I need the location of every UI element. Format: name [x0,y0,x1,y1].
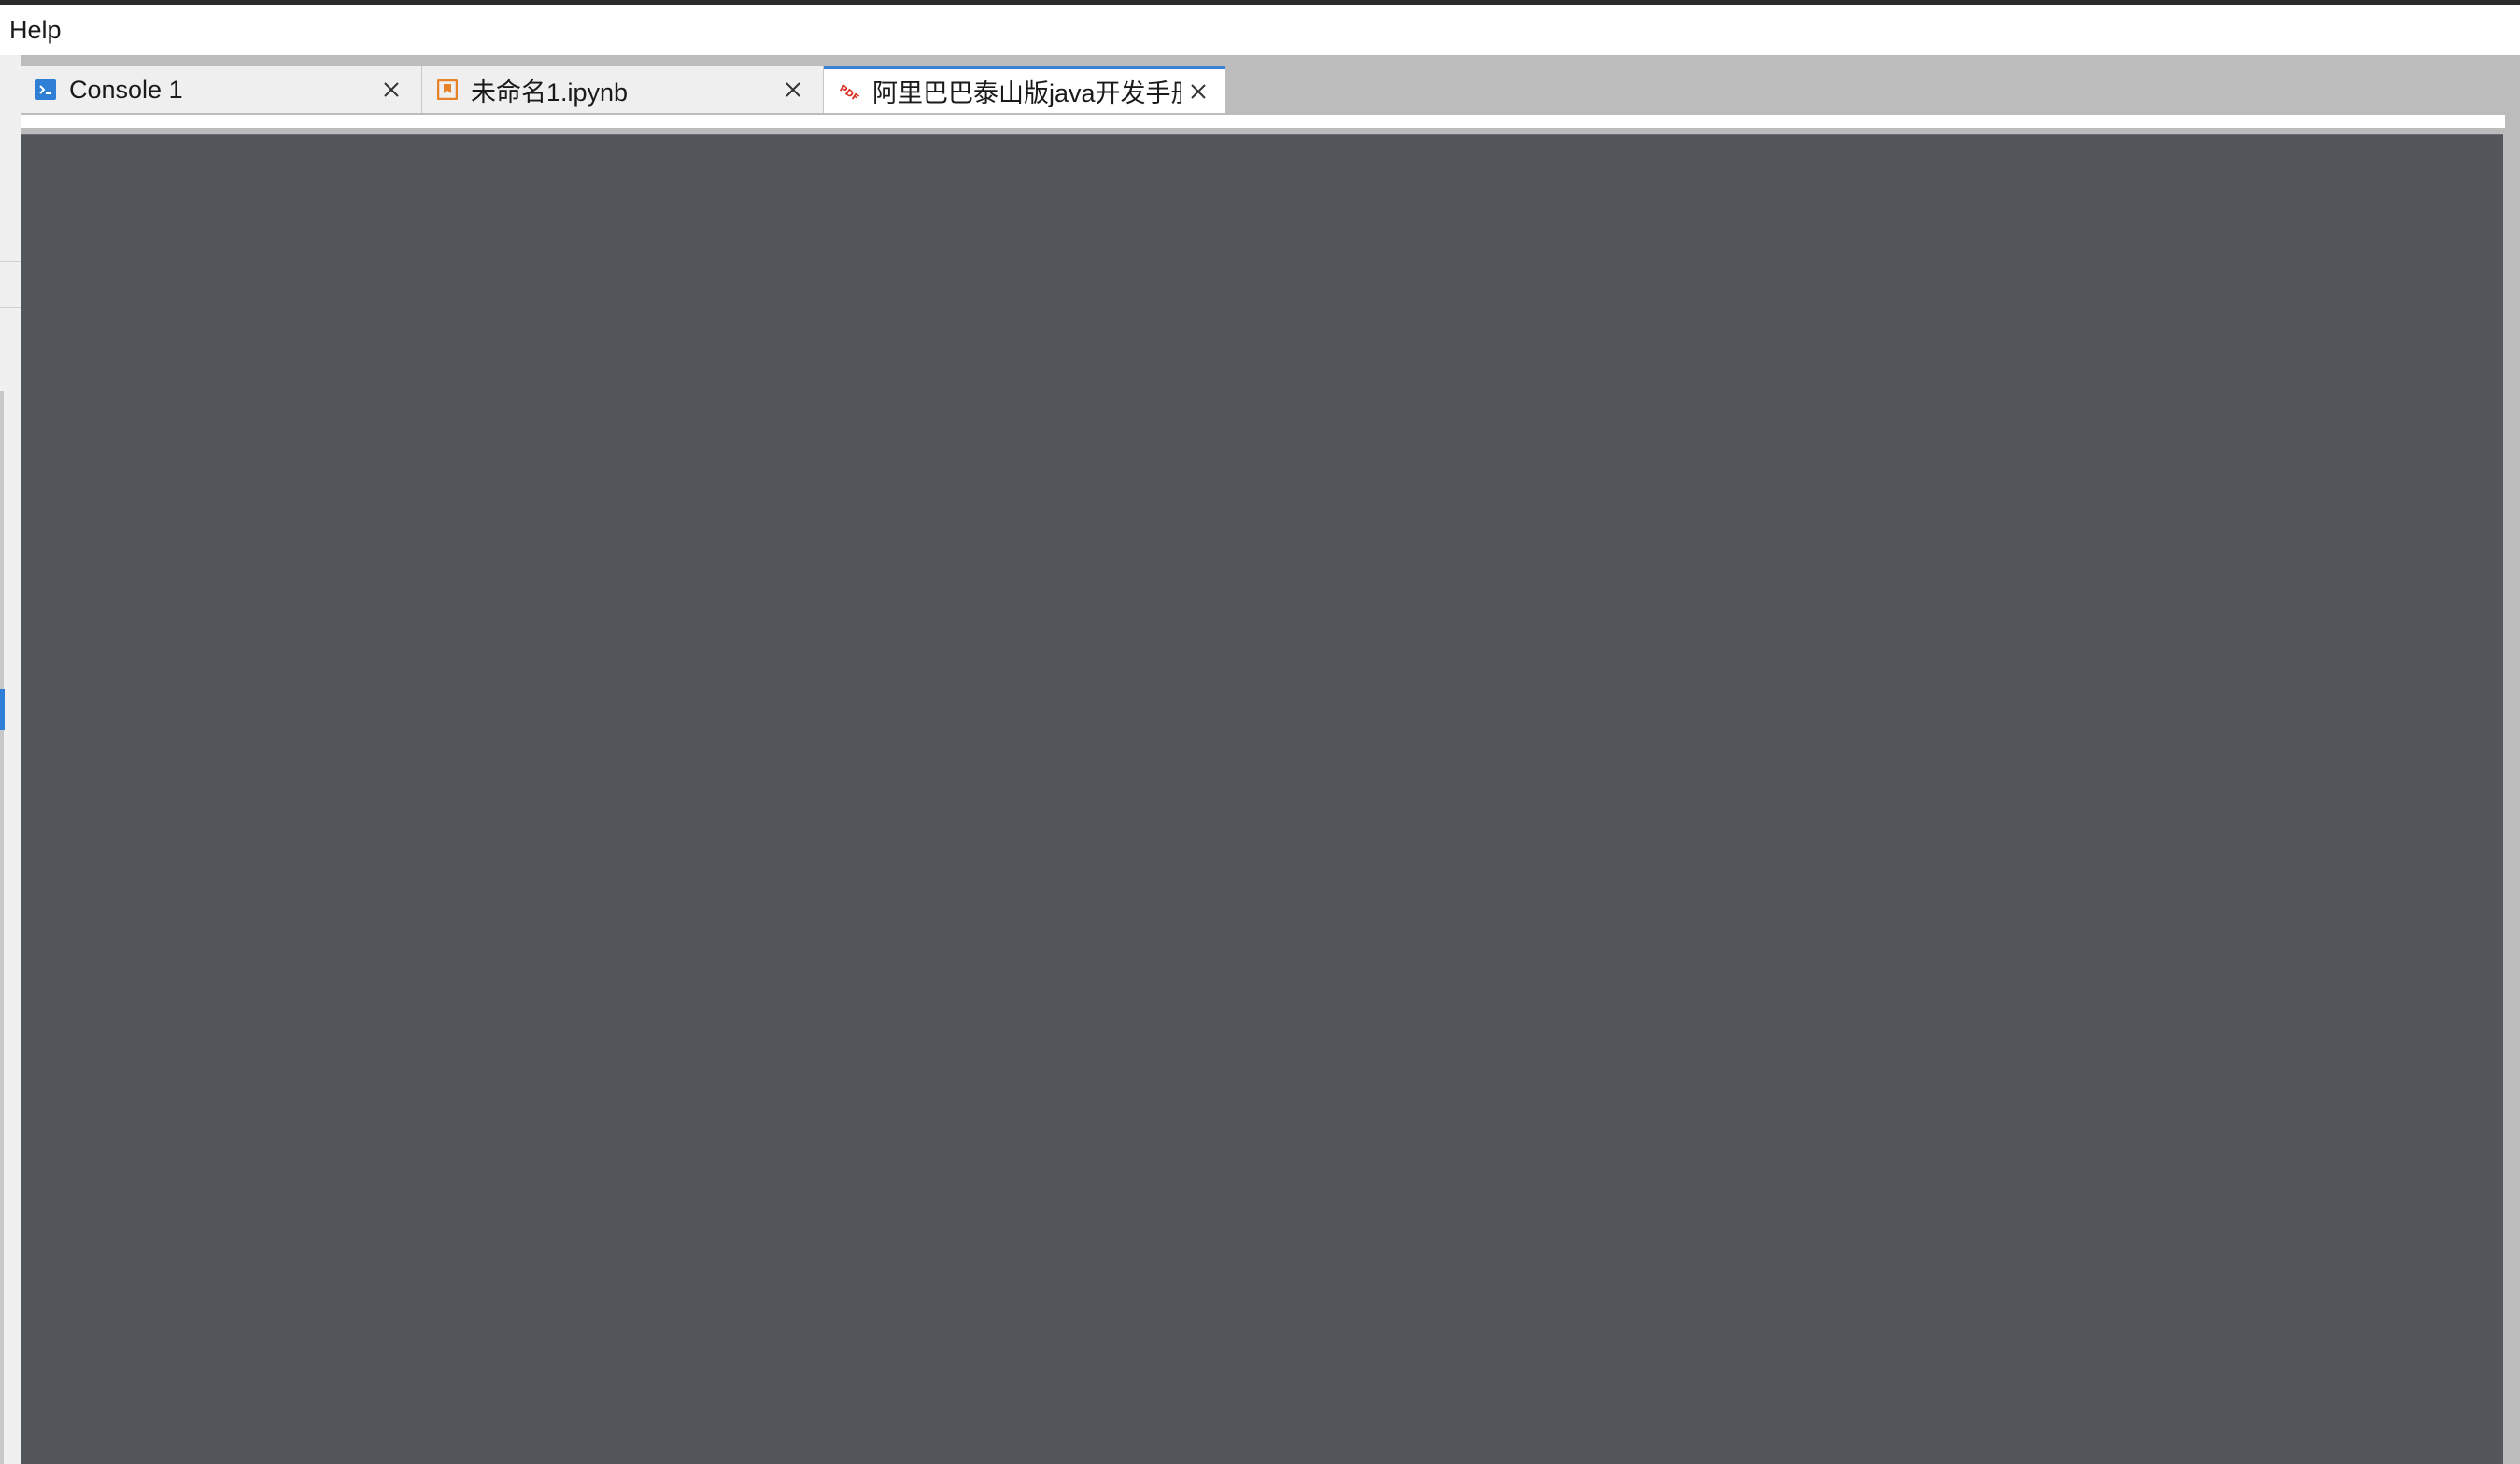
menubar: Help [0,5,2520,55]
gutter-divider [0,261,21,262]
close-icon[interactable] [1187,80,1210,103]
tab-console-1[interactable]: Console 1 [21,66,422,113]
tab-label: 未命名1.ipynb [471,78,629,107]
tab-label: Console 1 [69,75,183,104]
menu-help[interactable]: Help [9,16,62,44]
pdf-icon: PDF [839,81,859,102]
gutter-edge [0,391,4,1464]
notebook-icon [437,79,458,100]
svg-text:PDF: PDF [839,83,859,102]
tab-notebook[interactable]: 未命名1.ipynb [422,66,824,113]
close-icon[interactable] [782,78,804,101]
close-icon[interactable] [380,78,403,101]
gutter-divider [0,307,21,308]
sidebar-active-marker[interactable] [0,689,5,730]
pdf-viewer-area[interactable] [21,134,2503,1464]
left-sidebar-gutter [0,55,21,1464]
tab-pdf-document[interactable]: PDF 阿里巴巴泰山版java开发手册 [824,66,1225,113]
viewer-toolbar-strip [21,115,2505,128]
terminal-icon [35,79,56,100]
tab-label: 阿里巴巴泰山版java开发手册 [872,79,1181,107]
main-workspace: Console 1 未命名1.ipynb PDF 阿里巴巴泰山版java开发手册 [21,55,2520,1464]
tab-bar: Console 1 未命名1.ipynb PDF 阿里巴巴泰山版java开发手册 [21,66,2505,113]
